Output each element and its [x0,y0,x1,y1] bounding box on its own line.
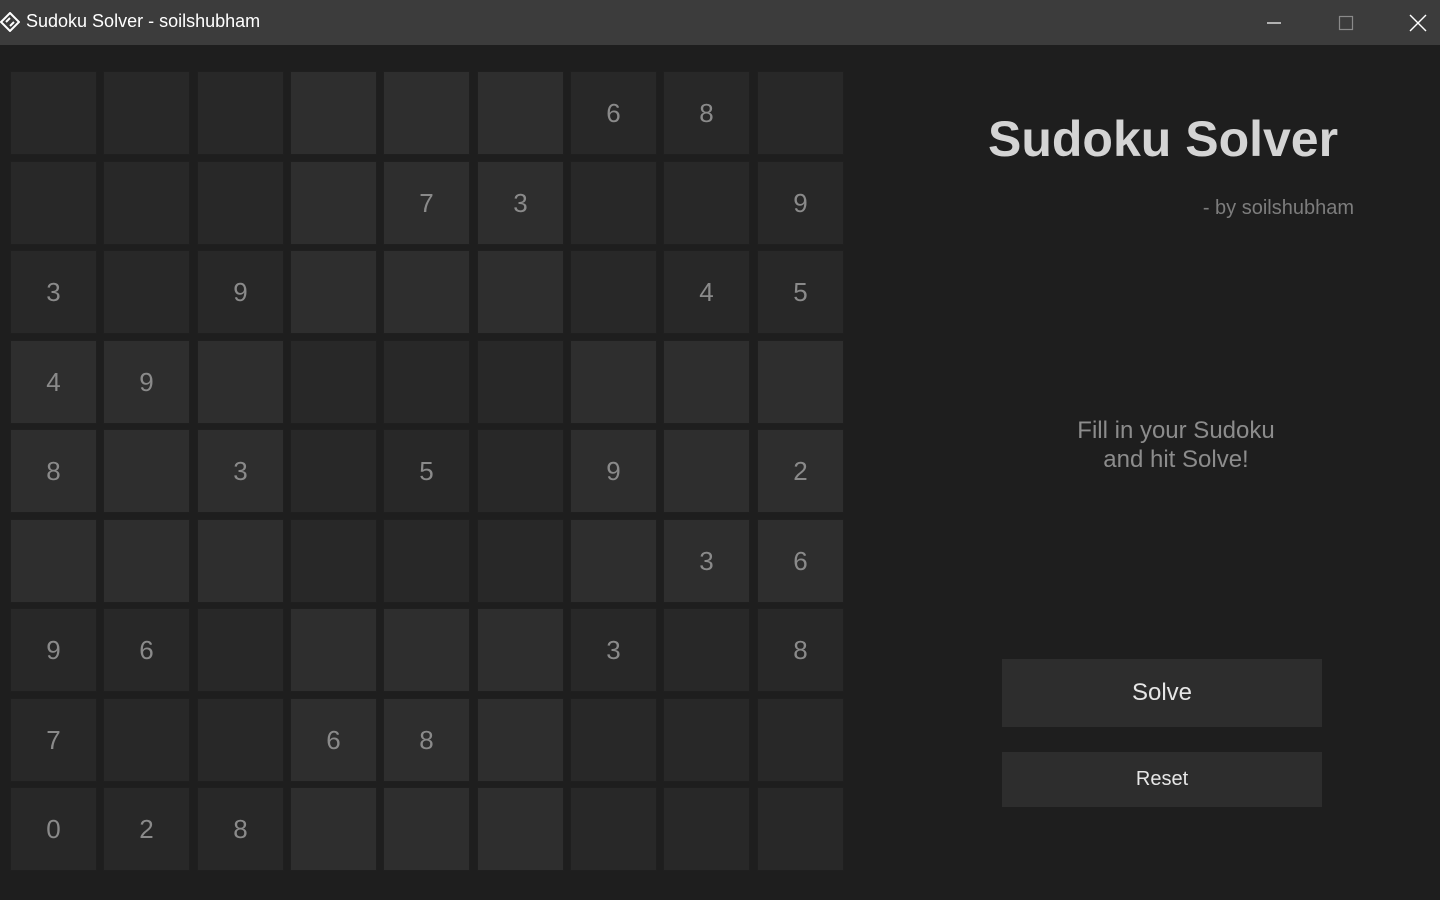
sudoku-cell[interactable]: 3 [197,429,284,513]
instruction-text: Fill in your Sudoku and hit Solve! [1026,416,1326,474]
sudoku-cell[interactable]: 4 [663,250,750,334]
sudoku-cell[interactable] [663,161,750,245]
sudoku-cell[interactable] [570,340,657,424]
sudoku-cell[interactable] [477,429,564,513]
sudoku-cell[interactable] [570,787,657,871]
sudoku-cell[interactable]: 8 [663,71,750,155]
sudoku-cell[interactable] [757,698,844,782]
sudoku-cell[interactable] [570,698,657,782]
title-bar: Sudoku Solver - soilshubham [0,0,1440,45]
sudoku-cell[interactable] [663,787,750,871]
sudoku-cell[interactable] [290,519,377,603]
instruction-line-2: and hit Solve! [1103,446,1249,473]
sudoku-cell[interactable] [477,340,564,424]
sudoku-cell[interactable] [290,787,377,871]
sudoku-cell[interactable] [663,608,750,692]
sudoku-cell[interactable] [570,161,657,245]
sudoku-cell[interactable] [570,519,657,603]
sudoku-cell[interactable]: 9 [757,161,844,245]
sudoku-cell[interactable] [757,340,844,424]
sudoku-cell[interactable]: 6 [570,71,657,155]
sudoku-grid: 6873939454983592369638768028 [10,71,847,875]
sudoku-cell[interactable] [290,340,377,424]
sudoku-cell[interactable] [10,71,97,155]
app-heading: Sudoku Solver [988,111,1339,167]
sudoku-cell[interactable] [477,608,564,692]
sudoku-cell[interactable] [383,250,470,334]
sudoku-cell[interactable]: 8 [757,608,844,692]
sudoku-cell[interactable]: 3 [10,250,97,334]
sudoku-cell[interactable]: 2 [103,787,190,871]
sudoku-cell[interactable] [477,250,564,334]
sudoku-cell[interactable] [383,608,470,692]
sudoku-cell[interactable] [290,161,377,245]
sudoku-cell[interactable] [197,698,284,782]
sudoku-cell[interactable] [383,71,470,155]
sudoku-cell[interactable] [477,71,564,155]
sudoku-cell[interactable]: 8 [197,787,284,871]
app-logo-icon [0,11,21,33]
reset-button[interactable]: Reset [1002,752,1322,807]
sudoku-cell[interactable] [570,250,657,334]
sudoku-cell[interactable] [103,429,190,513]
sudoku-cell[interactable] [383,519,470,603]
close-button[interactable] [1382,0,1440,45]
sudoku-cell[interactable] [663,698,750,782]
sudoku-cell[interactable] [103,519,190,603]
sudoku-cell[interactable]: 3 [477,161,564,245]
sudoku-cell[interactable] [477,787,564,871]
sudoku-cell[interactable] [290,608,377,692]
sudoku-cell[interactable]: 2 [757,429,844,513]
sudoku-cell[interactable]: 3 [570,608,657,692]
sudoku-cell[interactable] [103,161,190,245]
sudoku-cell[interactable] [290,429,377,513]
instruction-line-1: Fill in your Sudoku [1077,417,1275,444]
sudoku-cell[interactable]: 8 [383,698,470,782]
sudoku-cell[interactable] [10,519,97,603]
sudoku-cell[interactable] [757,71,844,155]
sudoku-cell[interactable] [103,250,190,334]
maximize-button[interactable] [1310,0,1382,45]
sudoku-cell[interactable] [10,161,97,245]
sudoku-cell[interactable]: 7 [10,698,97,782]
sudoku-cell[interactable] [383,340,470,424]
sudoku-cell[interactable]: 9 [10,608,97,692]
minimize-icon [1267,21,1281,24]
sudoku-cell[interactable]: 5 [757,250,844,334]
sudoku-cell[interactable] [290,71,377,155]
author-credit: - by soilshubham [1202,197,1354,219]
sudoku-cell[interactable] [197,340,284,424]
sudoku-cell[interactable] [290,250,377,334]
sudoku-cell[interactable]: 9 [570,429,657,513]
sudoku-cell[interactable]: 0 [10,787,97,871]
sudoku-cell[interactable] [663,429,750,513]
maximize-icon [1338,15,1354,30]
sudoku-cell[interactable]: 6 [103,608,190,692]
sudoku-cell[interactable]: 4 [10,340,97,424]
sudoku-cell[interactable]: 5 [383,429,470,513]
sudoku-cell[interactable]: 3 [663,519,750,603]
sudoku-cell[interactable]: 6 [757,519,844,603]
sudoku-cell[interactable] [197,71,284,155]
sudoku-cell[interactable] [477,698,564,782]
sudoku-cell[interactable] [477,519,564,603]
sudoku-cell[interactable] [757,787,844,871]
sudoku-cell[interactable]: 9 [103,340,190,424]
sudoku-cell[interactable]: 8 [10,429,97,513]
sudoku-cell[interactable] [663,340,750,424]
sudoku-cell[interactable] [103,71,190,155]
sudoku-cell[interactable] [197,519,284,603]
sudoku-cell[interactable] [197,161,284,245]
sudoku-cell[interactable]: 9 [197,250,284,334]
solve-button[interactable]: Solve [1002,659,1322,727]
sudoku-cell[interactable] [197,608,284,692]
close-icon [1409,14,1427,31]
sudoku-cell[interactable]: 7 [383,161,470,245]
window-title: Sudoku Solver - soilshubham [26,11,261,31]
sudoku-cell[interactable] [383,787,470,871]
sudoku-cell[interactable]: 6 [290,698,377,782]
minimize-button[interactable] [1238,0,1310,45]
sudoku-cell[interactable] [103,698,190,782]
